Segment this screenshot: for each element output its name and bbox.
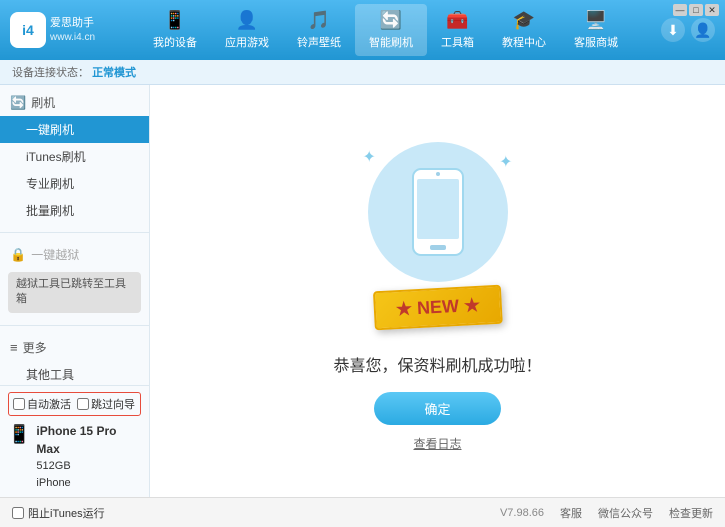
auto-guide-checkbox[interactable] — [77, 398, 89, 410]
other-tools-label: 其他工具 — [26, 368, 74, 382]
device-checkbox-row: 自动激活 跳过向导 — [8, 392, 141, 416]
my-device-icon: 📱 — [164, 10, 186, 31]
sidebar-item-other-tools[interactable]: 其他工具 — [0, 361, 149, 388]
wechat-link[interactable]: 微信公众号 — [598, 505, 653, 521]
sidebar-divider-1 — [0, 232, 149, 233]
flash-section-label: 刷机 — [31, 94, 55, 111]
flash-section-icon: 🔄 — [10, 95, 26, 111]
status-bar: 阻止iTunes运行 V7.98.66 客服 微信公众号 检查更新 — [0, 497, 725, 527]
apps-icon: 👤 — [236, 10, 258, 31]
download-button[interactable]: ⬇ — [661, 18, 685, 42]
check-update-link[interactable]: 检查更新 — [669, 505, 713, 521]
itunes-block-item[interactable]: 阻止iTunes运行 — [12, 505, 105, 521]
tab-my-device[interactable]: 📱 我的设备 — [139, 4, 211, 56]
logo-name: 爱思助手 — [50, 16, 95, 30]
itunes-flash-label: iTunes刷机 — [26, 150, 86, 164]
sidebar-jailbreak-header: 🔒 一键越狱 — [0, 241, 149, 268]
success-message: 恭喜您，保资料刷机成功啦！ — [333, 352, 541, 376]
tab-ringtones[interactable]: 🎵 铃声壁纸 — [283, 4, 355, 56]
header: i4 爱思助手 www.i4.cn 📱 我的设备 👤 应用游戏 🎵 铃声壁纸 🔄 — [0, 0, 725, 60]
close-button[interactable]: ✕ — [705, 4, 719, 16]
new-badge-text: NEW — [416, 295, 459, 317]
minimize-button[interactable]: — — [673, 4, 687, 16]
window-controls: — □ ✕ — [673, 4, 719, 16]
phone-svg — [408, 167, 468, 257]
logo: i4 爱思助手 www.i4.cn — [10, 12, 110, 48]
service-icon: 🖥️ — [585, 10, 607, 31]
phone-circle — [368, 142, 508, 282]
smart-flash-icon: 🔄 — [380, 10, 402, 31]
jailbreak-section-icon: 🔒 — [10, 247, 26, 263]
itunes-block-label: 阻止iTunes运行 — [28, 505, 105, 521]
device-phone-icon: 📱 — [8, 424, 30, 445]
device-bar: 自动激活 跳过向导 📱 iPhone 15 Pro Max 512GB iPho… — [0, 385, 150, 497]
sidebar-section-flash: 🔄 刷机 一键刷机 iTunes刷机 专业刷机 批量刷机 — [0, 85, 149, 228]
jailbreak-section-label: 一键越狱 — [31, 246, 79, 263]
tab-tutorials[interactable]: 🎓 教程中心 — [488, 4, 560, 56]
ringtones-label: 铃声壁纸 — [297, 34, 341, 50]
auto-guide-label: 跳过向导 — [91, 396, 135, 412]
sparkle-right: ✦ — [499, 152, 512, 172]
service-label: 客服商城 — [574, 34, 618, 50]
auto-guide-item[interactable]: 跳过向导 — [77, 396, 135, 412]
tab-service[interactable]: 🖥️ 客服商城 — [560, 4, 632, 56]
sidebar-item-itunes-flash[interactable]: iTunes刷机 — [0, 143, 149, 170]
breadcrumb: 设备连接状态： 正常模式 — [0, 60, 725, 85]
sidebar-item-one-key-flash[interactable]: 一键刷机 — [0, 116, 149, 143]
apps-label: 应用游戏 — [225, 34, 269, 50]
content-area: ✦ ✦ ★ NEW — [150, 85, 725, 498]
device-name: iPhone 15 Pro Max — [36, 422, 141, 458]
ringtones-icon: 🎵 — [308, 10, 330, 31]
repair-notice: 越狱工具已跳转至工具箱 — [8, 272, 141, 313]
tutorials-icon: 🎓 — [513, 10, 535, 31]
tab-apps[interactable]: 👤 应用游戏 — [211, 4, 283, 56]
sidebar-flash-header[interactable]: 🔄 刷机 — [0, 89, 149, 116]
device-info: 📱 iPhone 15 Pro Max 512GB iPhone — [8, 422, 141, 491]
sparkle-left: ✦ — [363, 147, 376, 167]
breadcrumb-status: 正常模式 — [92, 67, 136, 79]
user-button[interactable]: 👤 — [691, 18, 715, 42]
sidebar-item-batch-flash[interactable]: 批量刷机 — [0, 197, 149, 224]
device-storage: 512GB — [36, 458, 141, 475]
auto-activate-label: 自动激活 — [27, 396, 71, 412]
one-key-flash-label: 一键刷机 — [26, 123, 74, 137]
batch-flash-label: 批量刷机 — [26, 204, 74, 218]
logo-icon: i4 — [10, 12, 46, 48]
version-text: V7.98.66 — [500, 507, 544, 519]
tab-smart-flash[interactable]: 🔄 智能刷机 — [355, 4, 427, 56]
maximize-button[interactable]: □ — [689, 4, 703, 16]
itunes-block-checkbox[interactable] — [12, 507, 24, 519]
device-type: iPhone — [36, 475, 141, 492]
sidebar-divider-2 — [0, 325, 149, 326]
breadcrumb-prefix: 设备连接状态： — [12, 67, 89, 79]
auto-activate-item[interactable]: 自动激活 — [13, 396, 71, 412]
logo-url: www.i4.cn — [50, 31, 95, 44]
confirm-button[interactable]: 确定 — [374, 392, 500, 425]
log-link[interactable]: 查看日志 — [413, 435, 461, 452]
new-badge: ★ NEW ★ — [372, 284, 502, 330]
header-actions: ⬇ 👤 — [661, 18, 715, 42]
success-illustration: ✦ ✦ ★ NEW — [338, 132, 538, 332]
sidebar-section-jailbreak: 🔒 一键越狱 越狱工具已跳转至工具箱 — [0, 237, 149, 321]
nav-tabs: 📱 我的设备 👤 应用游戏 🎵 铃声壁纸 🔄 智能刷机 🧰 工具箱 🎓 — [110, 4, 661, 56]
tutorials-label: 教程中心 — [502, 34, 546, 50]
more-section-icon: ≡ — [10, 340, 18, 355]
my-device-label: 我的设备 — [153, 34, 197, 50]
tab-toolbox[interactable]: 🧰 工具箱 — [427, 4, 488, 56]
toolbox-icon: 🧰 — [446, 10, 468, 31]
device-details: iPhone 15 Pro Max 512GB iPhone — [36, 422, 141, 491]
smart-flash-label: 智能刷机 — [369, 34, 413, 50]
more-section-label: 更多 — [23, 339, 47, 356]
sidebar-more-header[interactable]: ≡ 更多 — [0, 334, 149, 361]
pro-flash-label: 专业刷机 — [26, 177, 74, 191]
logo-text: 爱思助手 www.i4.cn — [50, 16, 95, 43]
toolbox-label: 工具箱 — [441, 34, 474, 50]
customer-service-link[interactable]: 客服 — [560, 505, 582, 521]
auto-activate-checkbox[interactable] — [13, 398, 25, 410]
sidebar-item-pro-flash[interactable]: 专业刷机 — [0, 170, 149, 197]
